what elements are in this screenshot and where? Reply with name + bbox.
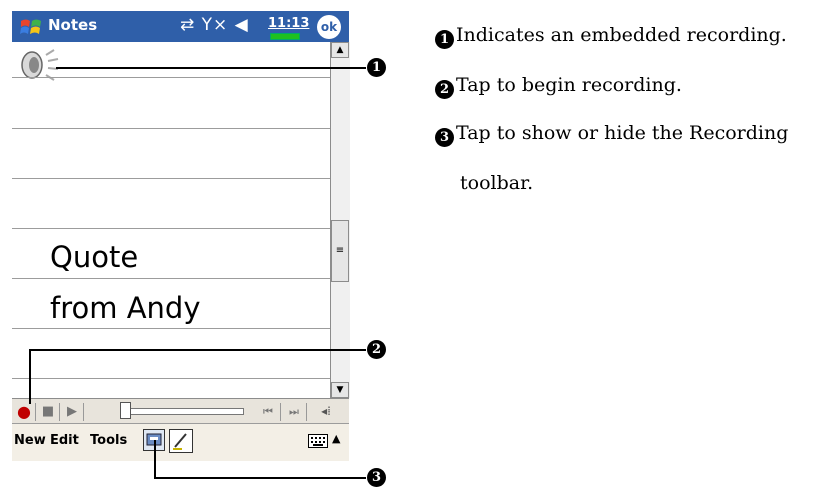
battery-icon: [270, 33, 300, 40]
fast-forward-icon[interactable]: ⏭: [284, 402, 304, 421]
rewind-icon[interactable]: ⏮: [258, 402, 278, 421]
callout-marker-2: 2: [367, 340, 386, 359]
legend-item-3: 3 Tap to show or hide the Recording: [435, 122, 788, 147]
clock[interactable]: 11:13: [268, 16, 309, 31]
windows-start-icon[interactable]: [18, 16, 44, 38]
speaker-icon[interactable]: [18, 47, 64, 85]
keyboard-icon[interactable]: [308, 433, 328, 449]
ruled-line: [12, 178, 330, 179]
ruled-line: [12, 128, 330, 129]
legend-item-2: 2 Tap to begin recording.: [435, 74, 682, 99]
legend-marker-2: 2: [435, 80, 454, 99]
vertical-scrollbar[interactable]: ▲ ≡ ▼: [330, 42, 350, 398]
callout-line-3-vertical: [154, 440, 156, 479]
scroll-down-button[interactable]: ▼: [331, 382, 349, 398]
callout-line-2: [29, 349, 366, 351]
stop-icon[interactable]: ■: [38, 402, 58, 421]
playback-slider-thumb[interactable]: [120, 402, 131, 419]
ruled-line: [12, 77, 330, 78]
divider: [35, 403, 36, 421]
ruled-line: [12, 378, 330, 379]
note-writing-area[interactable]: Quote from Andy: [12, 42, 330, 398]
legend-item-1: 1 Indicates an embedded recording.: [435, 24, 787, 49]
callout-line-1: [56, 67, 366, 69]
title-bar: Notes ⇄ Y× ◀ 11:13 ok: [12, 11, 349, 42]
volume-icon[interactable]: ◂⁞: [316, 402, 336, 421]
scroll-thumb[interactable]: ≡: [331, 220, 349, 282]
callout-marker-1: 1: [367, 58, 386, 77]
menu-bar: New Edit Tools ▲: [12, 423, 349, 461]
sip-arrow-up-icon[interactable]: ▲: [332, 432, 340, 445]
divider: [59, 403, 60, 421]
legend-marker-1: 1: [435, 30, 454, 49]
divider: [280, 403, 281, 421]
pen-icon: [173, 433, 187, 450]
app-title: Notes: [48, 16, 98, 34]
divider: [83, 403, 84, 421]
ok-button[interactable]: ok: [317, 15, 341, 39]
callout-line-2-vertical: [29, 349, 31, 404]
callout-marker-3: 3: [367, 468, 386, 487]
playback-slider-track[interactable]: [128, 408, 244, 415]
ruled-line: [12, 228, 330, 229]
ruled-line: [12, 328, 330, 329]
play-icon[interactable]: ▶: [62, 402, 82, 421]
legend-text-2: Tap to begin recording.: [456, 74, 682, 96]
legend-item-3-continued: toolbar.: [460, 172, 534, 194]
legend-text-1: Indicates an embedded recording.: [456, 24, 787, 46]
note-text-line: Quote: [50, 240, 139, 274]
connectivity-status-icons[interactable]: ⇄ Y× ◀: [180, 15, 249, 35]
menu-tools[interactable]: Tools: [90, 433, 127, 448]
record-icon[interactable]: ●: [14, 402, 34, 421]
note-text-line: from Andy: [50, 291, 201, 325]
callout-line-3: [154, 477, 366, 479]
scroll-up-button[interactable]: ▲: [331, 42, 349, 58]
menu-edit[interactable]: Edit: [50, 433, 79, 448]
menu-new[interactable]: New: [14, 433, 46, 448]
pocketpc-screen: Notes ⇄ Y× ◀ 11:13 ok Quote from Andy ▲ …: [12, 11, 350, 461]
legend-marker-3: 3: [435, 128, 454, 147]
legend-text-3: Tap to show or hide the Recording: [456, 122, 789, 144]
ruled-line: [12, 278, 330, 279]
pen-button[interactable]: [169, 429, 193, 453]
divider: [306, 403, 307, 421]
recording-toolbar: ● ■ ▶ ⏮ ⏭ ◂⁞: [12, 398, 349, 424]
